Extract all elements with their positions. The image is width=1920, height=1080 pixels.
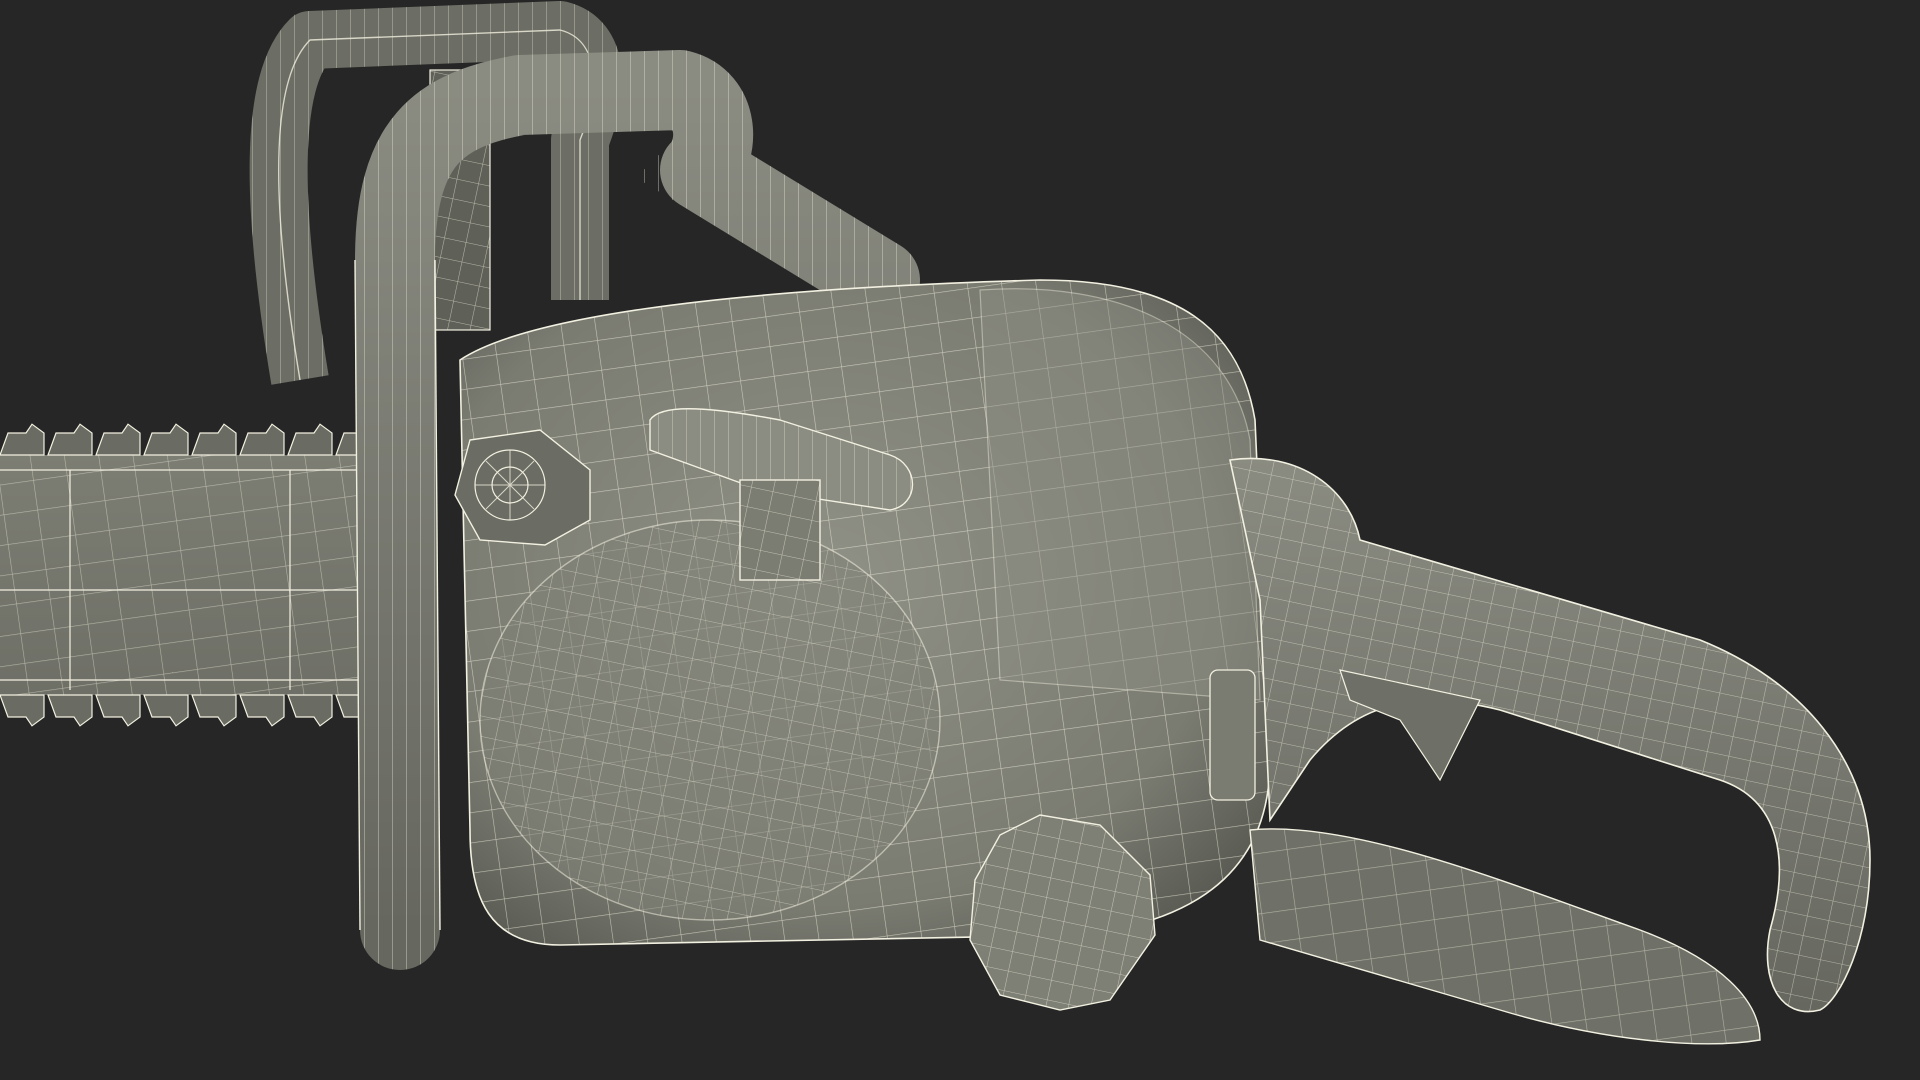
render-viewport <box>0 0 1920 1080</box>
rear-trigger-handle <box>1229 457 1871 1045</box>
chain-tooth <box>47 694 93 727</box>
chainsaw-model <box>0 0 1871 1045</box>
stop-switch <box>1209 669 1256 801</box>
engine-housing <box>459 279 1271 946</box>
guide-bar <box>0 455 380 695</box>
chain-tooth <box>239 694 285 727</box>
chain-tooth <box>287 423 333 456</box>
chain-tooth <box>191 423 237 456</box>
chain-tooth <box>143 694 189 727</box>
chain-tooth <box>95 694 141 727</box>
chain-teeth-top <box>0 423 381 456</box>
chain-tooth <box>143 423 189 456</box>
chain-tooth <box>287 694 333 727</box>
chain-tooth <box>47 423 93 456</box>
chain-tooth <box>95 423 141 456</box>
chain-tooth <box>0 423 45 456</box>
chain-teeth-bottom <box>0 694 381 727</box>
chain-tooth <box>0 694 45 727</box>
chain-tooth <box>191 694 237 727</box>
chain-tooth <box>239 423 285 456</box>
